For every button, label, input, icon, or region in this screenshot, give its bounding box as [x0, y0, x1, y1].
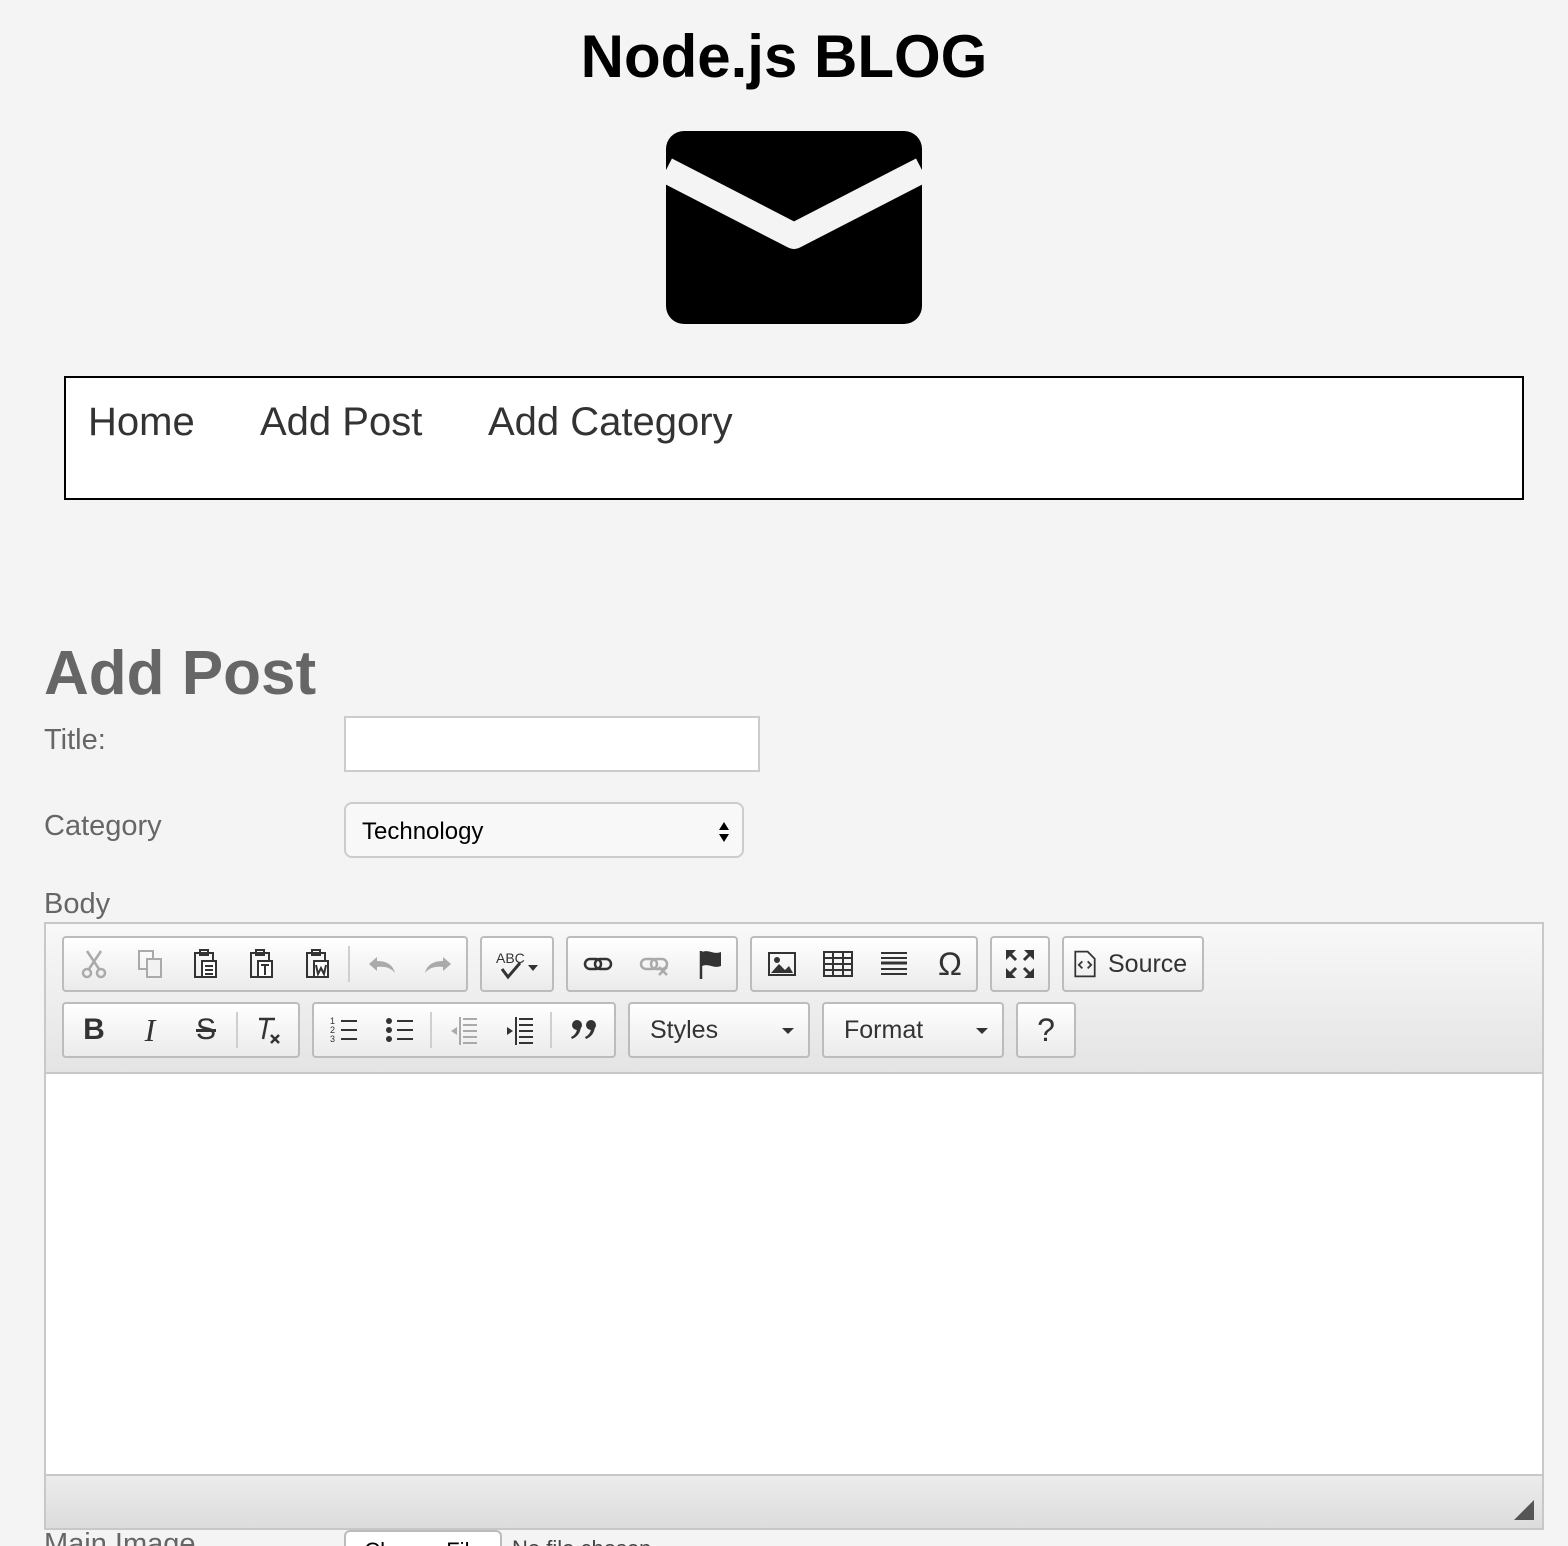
help-button[interactable]: ? — [1022, 1008, 1070, 1052]
editor-toolbar: ABC Ω Source B I S 1 2 3 Styles Format ? — [46, 924, 1542, 1074]
redo-icon[interactable] — [414, 942, 462, 986]
format-dropdown[interactable]: Format — [822, 1002, 1004, 1058]
rich-text-editor: ABC Ω Source B I S 1 2 3 Styles Format ? — [44, 922, 1544, 1530]
title-input[interactable] — [344, 716, 760, 772]
nav-link-add-category[interactable]: Add Category — [488, 400, 733, 445]
resize-handle-icon[interactable] — [1514, 1500, 1534, 1520]
main-image-label: Main Image — [44, 1528, 196, 1546]
special-char-icon[interactable]: Ω — [926, 942, 974, 986]
image-icon[interactable] — [758, 942, 806, 986]
toolbar-separator — [430, 1012, 432, 1048]
editor-footer — [46, 1474, 1542, 1528]
basic-styles-group: B I S — [62, 1002, 300, 1058]
unlink-icon[interactable] — [630, 942, 678, 986]
toolbar-separator — [550, 1012, 552, 1048]
toolbar-separator — [236, 1012, 238, 1048]
select-arrows-icon — [719, 822, 729, 842]
bulleted-list-icon[interactable] — [376, 1008, 424, 1052]
category-label: Category — [44, 810, 162, 842]
category-select[interactable]: Technology — [344, 802, 744, 858]
blockquote-icon[interactable] — [560, 1008, 608, 1052]
choose-file-button[interactable]: Choose File — [344, 1530, 502, 1546]
page-title: Add Post — [44, 639, 317, 708]
clipboard-group — [62, 936, 468, 992]
paste-text-icon[interactable] — [238, 942, 286, 986]
category-selected-value: Technology — [362, 818, 484, 845]
copy-icon[interactable] — [126, 942, 174, 986]
svg-text:3: 3 — [330, 1034, 335, 1044]
table-icon[interactable] — [814, 942, 862, 986]
bold-button[interactable]: B — [70, 1008, 118, 1052]
indent-icon[interactable] — [496, 1008, 544, 1052]
horizontal-rule-icon[interactable] — [870, 942, 918, 986]
nav-link-home[interactable]: Home — [88, 400, 195, 445]
paste-word-icon[interactable] — [294, 942, 342, 986]
help-group: ? — [1016, 1002, 1076, 1058]
site-title: Node.js BLOG — [580, 23, 988, 90]
spellcheck-group: ABC — [480, 936, 554, 992]
editor-content-area[interactable] — [46, 1076, 1542, 1476]
link-icon[interactable] — [574, 942, 622, 986]
source-icon — [1074, 950, 1096, 978]
maximize-icon[interactable] — [996, 942, 1044, 986]
remove-format-icon[interactable] — [244, 1008, 292, 1052]
chevron-down-icon — [976, 1028, 988, 1034]
styles-dropdown[interactable]: Styles — [628, 1002, 810, 1058]
undo-icon[interactable] — [358, 942, 406, 986]
links-group — [566, 936, 738, 992]
anchor-flag-icon[interactable] — [686, 942, 734, 986]
envelope-icon — [660, 130, 928, 325]
toolbar-separator — [348, 946, 350, 982]
body-label: Body — [44, 888, 111, 920]
source-button[interactable]: Source — [1070, 942, 1200, 986]
outdent-icon[interactable] — [440, 1008, 488, 1052]
paste-icon[interactable] — [182, 942, 230, 986]
insert-group: Ω — [750, 936, 978, 992]
strikethrough-button[interactable]: S — [182, 1008, 230, 1052]
cut-icon[interactable] — [70, 942, 118, 986]
maximize-group — [990, 936, 1050, 992]
no-file-chosen-text: No file chosen — [512, 1536, 651, 1546]
chevron-down-icon — [782, 1028, 794, 1034]
numbered-list-icon[interactable]: 123 — [320, 1008, 368, 1052]
paragraph-group: 123 — [312, 1002, 616, 1058]
italic-button[interactable]: I — [126, 1008, 174, 1052]
title-label: Title: — [44, 724, 106, 756]
main-navbar: Home Add Post Add Category — [64, 376, 1524, 500]
source-group: Source — [1062, 936, 1204, 992]
nav-link-add-post[interactable]: Add Post — [260, 400, 422, 445]
spellcheck-icon[interactable]: ABC — [488, 942, 548, 986]
